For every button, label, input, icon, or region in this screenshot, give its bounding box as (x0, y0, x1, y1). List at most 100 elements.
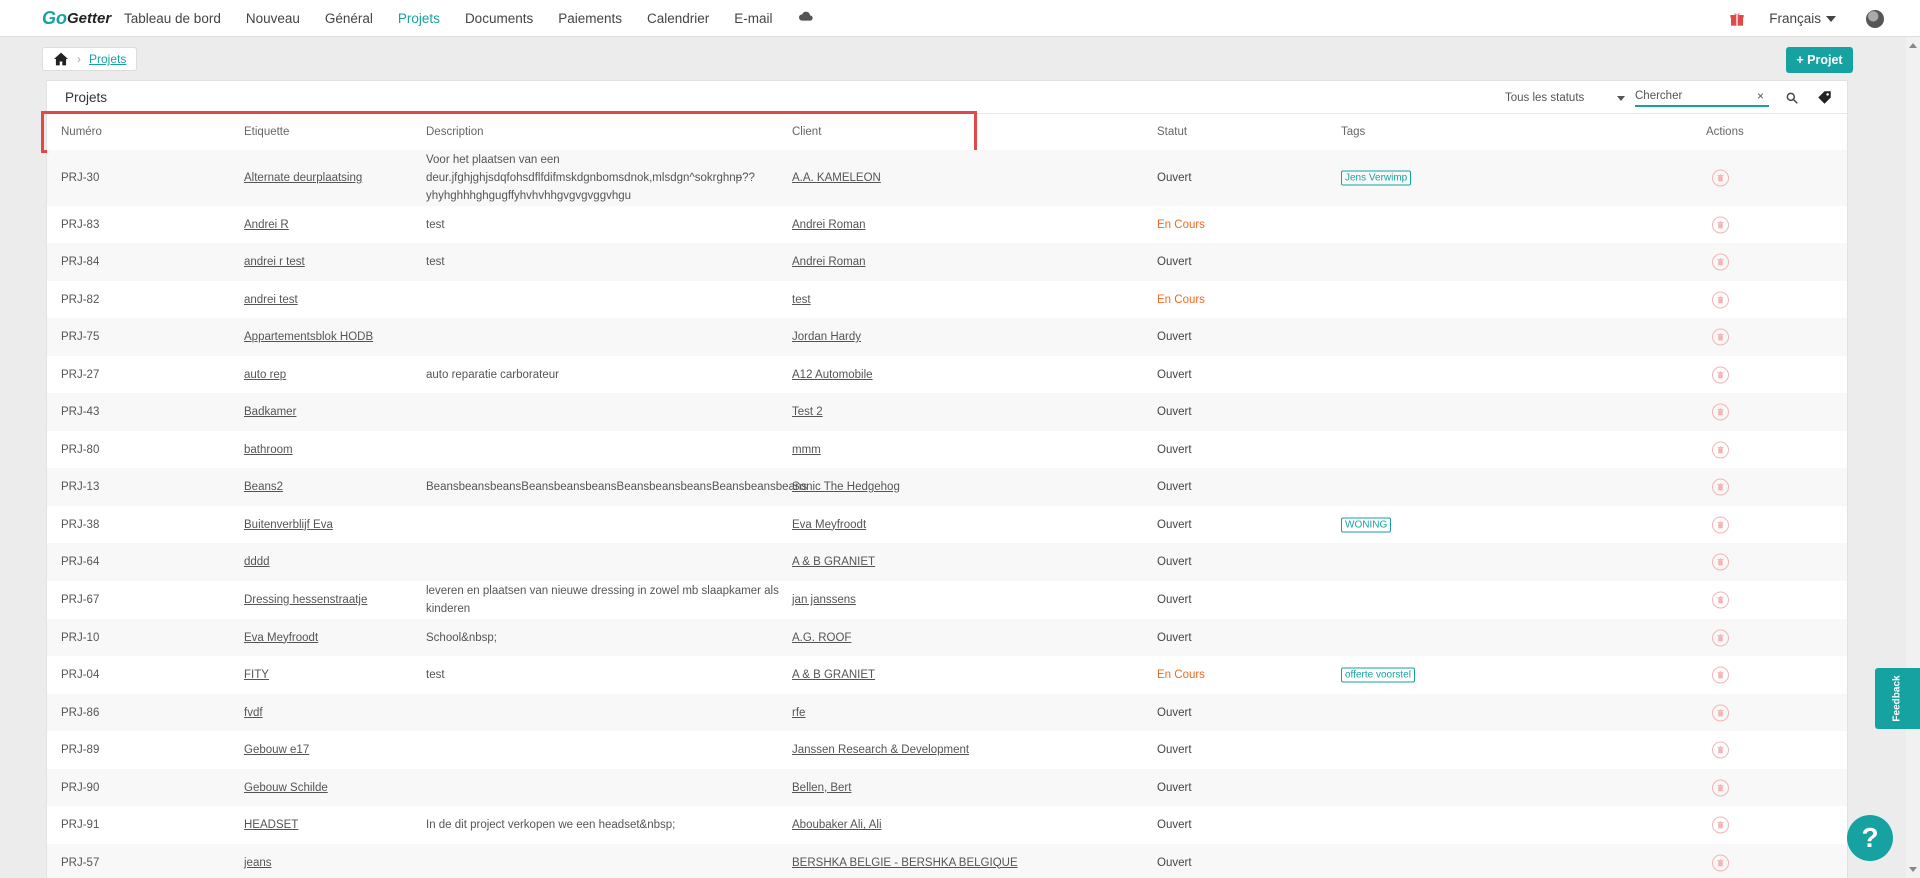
cell-label-link[interactable]: jeans (244, 857, 272, 869)
cell-client-link[interactable]: Test 2 (792, 406, 823, 418)
header-label[interactable]: Etiquette (244, 126, 289, 138)
table-row[interactable]: PRJ-43 Badkamer Test 2 Ouvert (47, 393, 1847, 431)
gogetter-logo[interactable]: Go Getter (42, 3, 111, 33)
cell-label-link[interactable]: Gebouw Schilde (244, 782, 328, 794)
cell-tag[interactable]: WONING (1341, 517, 1392, 532)
delete-icon[interactable] (1712, 704, 1729, 721)
header-number[interactable]: Numéro (61, 126, 102, 138)
scroll-down-icon[interactable] (1909, 867, 1917, 872)
cell-label-link[interactable]: andrei r test (244, 256, 305, 268)
delete-icon[interactable] (1712, 366, 1729, 383)
status-filter-select[interactable]: Tous les statuts (1505, 90, 1625, 106)
cell-label-link[interactable]: Dressing hessenstraatje (244, 594, 367, 606)
cell-client-link[interactable]: Andrei Roman (792, 256, 866, 268)
delete-icon[interactable] (1712, 253, 1729, 271)
cloud-icon[interactable] (798, 8, 814, 24)
cell-label-link[interactable]: Alternate deurplaatsing (244, 172, 362, 184)
table-row[interactable]: PRJ-86 fvdf rfe Ouvert (47, 694, 1847, 731)
cell-client-link[interactable]: A.G. ROOF (792, 632, 851, 644)
header-client[interactable]: Client (792, 126, 821, 138)
delete-icon[interactable] (1712, 403, 1729, 421)
nav-item-0[interactable]: Tableau de bord (124, 11, 221, 26)
cell-label-link[interactable]: Beans2 (244, 481, 283, 493)
cell-client-link[interactable]: A & B GRANIET (792, 669, 875, 681)
cell-label-link[interactable]: Gebouw e17 (244, 744, 309, 756)
header-status[interactable]: Statut (1157, 126, 1187, 138)
cell-label-link[interactable]: Andrei R (244, 219, 289, 231)
table-row[interactable]: PRJ-30 Alternate deurplaatsing Voor het pl… (47, 150, 1847, 206)
table-row[interactable]: PRJ-57 jeans BERSHKA BELGIE - BERSHKA BELG… (47, 844, 1847, 878)
clear-search-icon[interactable]: × (1757, 89, 1764, 103)
search-icon[interactable] (1785, 91, 1799, 105)
cell-label-link[interactable]: Badkamer (244, 406, 296, 418)
delete-icon[interactable] (1712, 591, 1729, 609)
delete-icon[interactable] (1712, 291, 1729, 308)
table-row[interactable]: PRJ-91 HEADSET In de dit project verkopen … (47, 806, 1847, 844)
nav-item-7[interactable]: E-mail (734, 11, 772, 26)
avatar[interactable] (1866, 9, 1884, 28)
cell-tag[interactable]: Jens Verwimp (1341, 170, 1412, 186)
table-row[interactable]: PRJ-04 FITY test A & B GRANIET En Cours offer… (47, 656, 1847, 694)
table-row[interactable]: PRJ-75 Appartementsblok HODB Jordan Hardy O… (47, 318, 1847, 356)
feedback-tab[interactable]: Feedback (1875, 668, 1920, 729)
breadcrumb-projects-link[interactable]: Projets (89, 52, 126, 66)
table-row[interactable]: PRJ-67 Dressing hessenstraatje leveren en … (47, 581, 1847, 619)
table-row[interactable]: PRJ-89 Gebouw e17 Janssen Research & Devel… (47, 731, 1847, 769)
cell-client-link[interactable]: A.A. KAMELEON (792, 172, 881, 184)
nav-item-6[interactable]: Calendrier (647, 11, 709, 26)
nav-item-4[interactable]: Documents (465, 11, 533, 26)
help-button[interactable]: ? (1847, 815, 1893, 861)
cell-client-link[interactable]: A & B GRANIET (792, 556, 875, 568)
nav-item-3[interactable]: Projets (398, 11, 440, 26)
nav-item-1[interactable]: Nouveau (246, 11, 300, 26)
cell-label-link[interactable]: bathroom (244, 444, 293, 456)
table-row[interactable]: PRJ-38 Buitenverblijf Eva Eva Meyfroodt Ouv… (47, 506, 1847, 543)
delete-icon[interactable] (1712, 854, 1729, 871)
search-input[interactable] (1635, 90, 1755, 102)
language-selector[interactable]: Français (1769, 11, 1836, 26)
cell-label-link[interactable]: fvdf (244, 707, 263, 719)
cell-client-link[interactable]: mmm (792, 444, 821, 456)
table-row[interactable]: PRJ-27 auto rep auto reparatie carborateur… (47, 356, 1847, 393)
delete-icon[interactable] (1712, 629, 1729, 646)
cell-label-link[interactable]: FITY (244, 669, 269, 681)
cell-label-link[interactable]: Buitenverblijf Eva (244, 519, 333, 531)
delete-icon[interactable] (1712, 741, 1729, 759)
delete-icon[interactable] (1712, 441, 1729, 458)
cell-label-link[interactable]: Appartementsblok HODB (244, 331, 373, 343)
delete-icon[interactable] (1712, 553, 1729, 571)
cell-label-link[interactable]: HEADSET (244, 819, 298, 831)
cell-client-link[interactable]: Andrei Roman (792, 219, 866, 231)
cell-client-link[interactable]: Aboubaker Ali, Ali (792, 819, 882, 831)
cell-client-link[interactable]: BERSHKA BELGIE - BERSHKA BELGIQUE (792, 857, 1018, 869)
delete-icon[interactable] (1712, 216, 1729, 233)
scroll-up-icon[interactable] (1909, 43, 1917, 48)
cell-label-link[interactable]: auto rep (244, 369, 286, 381)
cell-client-link[interactable]: test (792, 294, 811, 306)
table-row[interactable]: PRJ-80 bathroom mmm Ouvert (47, 431, 1847, 468)
table-row[interactable]: PRJ-84 andrei r test test Andrei Roman Ouver… (47, 243, 1847, 281)
cell-tag[interactable]: offerte voorstel (1341, 667, 1415, 683)
nav-item-5[interactable]: Paiements (558, 11, 622, 26)
delete-icon[interactable] (1712, 516, 1729, 533)
nav-item-2[interactable]: Général (325, 11, 373, 26)
delete-icon[interactable] (1712, 779, 1729, 796)
delete-icon[interactable] (1712, 816, 1729, 834)
add-project-button[interactable]: + Projet (1786, 47, 1853, 73)
delete-icon[interactable] (1712, 169, 1729, 187)
tag-icon[interactable] (1817, 90, 1832, 105)
cell-label-link[interactable]: andrei test (244, 294, 298, 306)
cell-label-link[interactable]: Eva Meyfroodt (244, 632, 318, 644)
table-row[interactable]: PRJ-13 Beans2 BeansbeansbeansBeansbeansbea… (47, 468, 1847, 506)
delete-icon[interactable] (1712, 478, 1729, 496)
table-row[interactable]: PRJ-10 Eva Meyfroodt School&nbsp; A.G. ROOF… (47, 619, 1847, 656)
cell-label-link[interactable]: dddd (244, 556, 270, 568)
home-icon[interactable] (53, 52, 69, 66)
header-description[interactable]: Description (426, 126, 484, 138)
cell-client-link[interactable]: Eva Meyfroodt (792, 519, 866, 531)
gift-icon[interactable] (1729, 11, 1745, 27)
scrollbar[interactable] (1906, 37, 1920, 878)
cell-client-link[interactable]: Jordan Hardy (792, 331, 861, 343)
delete-icon[interactable] (1712, 328, 1729, 346)
cell-client-link[interactable]: Sonic The Hedgehog (792, 481, 900, 493)
